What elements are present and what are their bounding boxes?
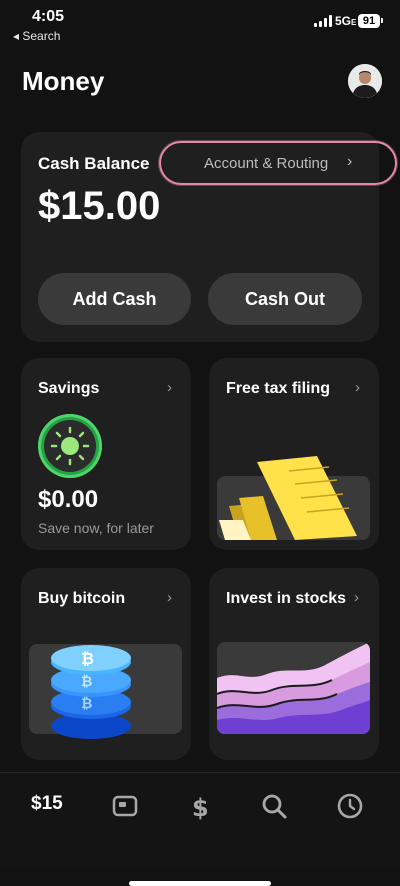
buy-bitcoin-tile[interactable]: Buy bitcoin › ₿ ₿ ₿ <box>21 568 191 760</box>
battery-tip <box>381 18 383 23</box>
savings-amount: $0.00 <box>38 486 99 513</box>
chevron-right-icon: › <box>167 589 172 606</box>
invest-in-stocks-tile[interactable]: Invest in stocks › <box>209 568 379 760</box>
page-title: Money <box>22 66 105 96</box>
cash-out-button[interactable]: Cash Out <box>208 273 362 325</box>
svg-text:₿: ₿ <box>81 696 92 712</box>
svg-text:₿: ₿ <box>81 674 92 690</box>
network-indicator: 5GE <box>335 14 357 28</box>
chevron-right-icon: › <box>355 379 360 396</box>
svg-text:₿: ₿ <box>81 649 94 668</box>
tax-title: Free tax filing <box>226 380 331 397</box>
status-time: 4:05 <box>32 8 65 25</box>
stocks-waves-illustration <box>217 642 370 734</box>
cash-balance-amount: $15.00 <box>38 184 161 228</box>
bottom-navigation: $15 $ <box>0 772 400 886</box>
search-icon[interactable] <box>259 791 289 821</box>
card-icon[interactable] <box>110 791 140 821</box>
home-indicator <box>129 881 271 886</box>
signal-icon <box>314 15 332 27</box>
savings-sun-icon <box>38 414 102 478</box>
chevron-right-icon: › <box>347 153 353 170</box>
bitcoin-coins-illustration: ₿ ₿ ₿ <box>29 644 182 739</box>
nav-balance-tab[interactable]: $15 <box>31 793 63 815</box>
clock-icon[interactable] <box>335 791 365 821</box>
account-routing-link[interactable]: Account & Routing <box>204 155 328 172</box>
profile-photo-icon <box>348 64 382 98</box>
avatar[interactable] <box>348 64 382 98</box>
status-bar: 4:05 ◂ Search 5GE 91 <box>0 0 400 50</box>
savings-title: Savings <box>38 380 100 397</box>
free-tax-filing-tile[interactable]: Free tax filing › <box>209 358 379 550</box>
svg-text:$: $ <box>192 794 209 821</box>
savings-subtitle: Save now, for later <box>38 520 154 536</box>
add-cash-button[interactable]: Add Cash <box>38 273 191 325</box>
cash-balance-card: Cash Balance Account & Routing › $15.00 … <box>21 132 397 342</box>
battery-icon: 91 <box>358 14 380 28</box>
cash-balance-label: Cash Balance <box>38 154 150 173</box>
chevron-right-icon: › <box>354 589 359 606</box>
chevron-right-icon: › <box>167 379 172 396</box>
savings-tile[interactable]: Savings › $0.00 Save now, for later <box>21 358 191 550</box>
dollar-icon[interactable]: $ <box>186 791 216 822</box>
back-to-search-link[interactable]: ◂ Search <box>13 29 60 43</box>
stocks-title: Invest in stocks <box>226 590 347 607</box>
bitcoin-title: Buy bitcoin <box>38 590 126 607</box>
tax-documents-illustration <box>217 456 370 540</box>
